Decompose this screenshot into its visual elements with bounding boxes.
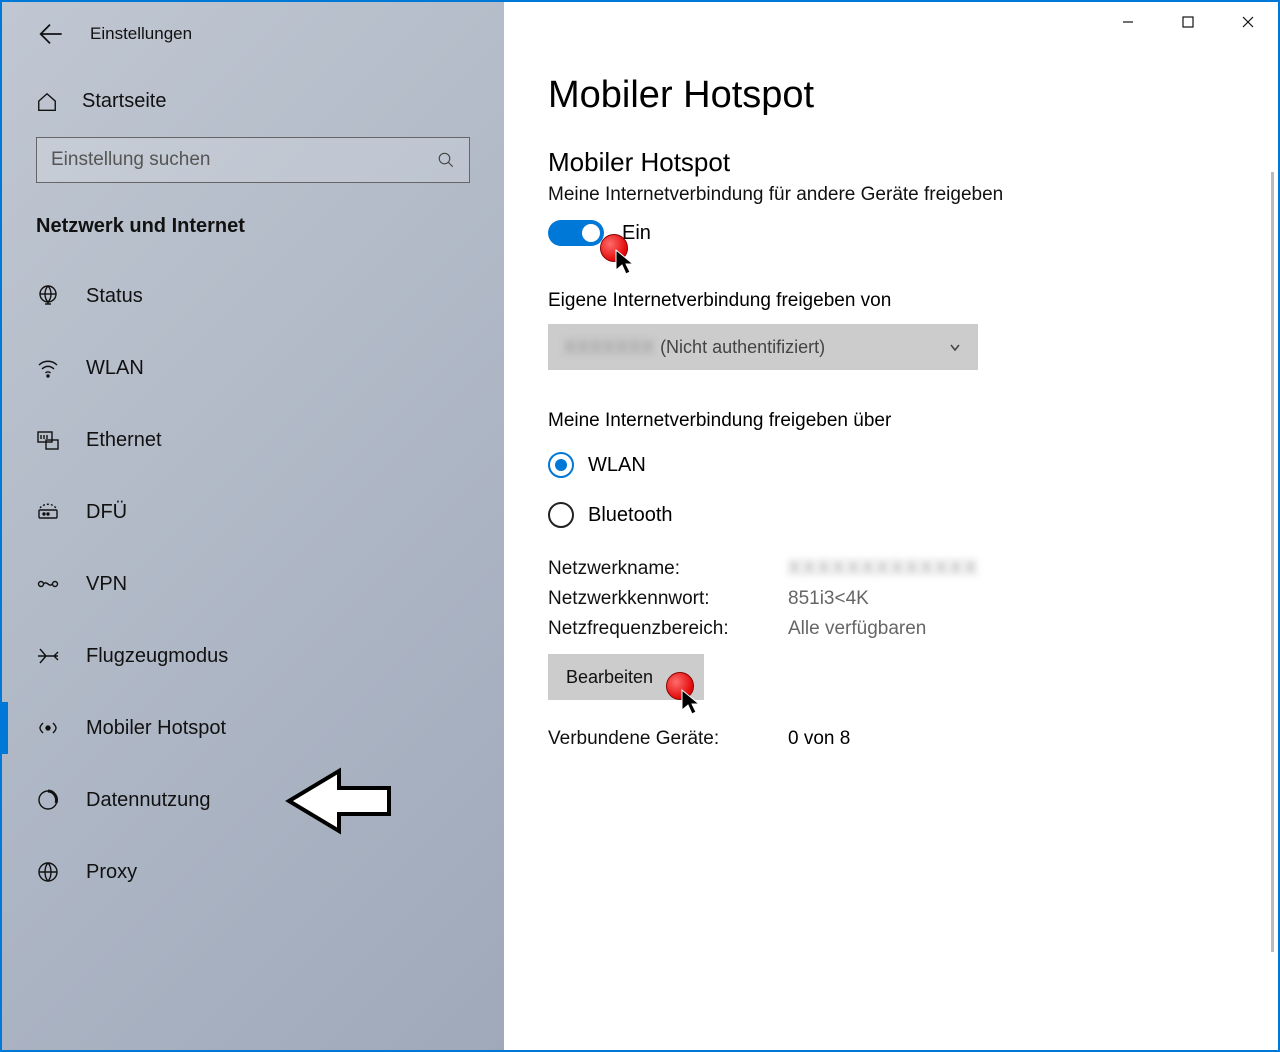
hotspot-toggle[interactable] [548, 220, 604, 246]
share-via-label: Meine Internetverbindung freigeben über [548, 410, 1234, 432]
hotspot-icon [36, 716, 60, 740]
network-band-key: Netzfrequenzbereich: [548, 618, 788, 640]
dropdown-value: (Nicht authentifiziert) [660, 337, 825, 357]
minimize-button[interactable] [1098, 2, 1158, 42]
sidebar-item-label: Proxy [86, 861, 137, 884]
radio-option-bluetooth[interactable]: Bluetooth [548, 502, 1234, 528]
sidebar-header: Einstellungen [2, 2, 504, 66]
sidebar-item-proxy[interactable]: Proxy [2, 836, 504, 908]
sidebar-item-label: DFÜ [86, 501, 127, 524]
radio-button[interactable] [548, 452, 574, 478]
window-controls [1098, 2, 1278, 42]
sidebar-item-ethernet[interactable]: Ethernet [2, 404, 504, 476]
page-title: Mobiler Hotspot [548, 74, 1234, 117]
network-name-value: XXXXXXXXXXXXX [788, 558, 979, 580]
maximize-icon [1181, 15, 1195, 29]
share-from-label: Eigene Internetverbindung freigeben von [548, 290, 1234, 312]
sidebar-item-label: Status [86, 285, 143, 308]
search-icon [437, 151, 455, 169]
sidebar-item-status[interactable]: Status [2, 260, 504, 332]
vpn-icon [36, 572, 60, 596]
wifi-icon [36, 356, 60, 380]
sidebar-item-label: Ethernet [86, 429, 162, 452]
sidebar-item-label: Datennutzung [86, 789, 211, 812]
search-box[interactable] [36, 137, 470, 183]
datausage-icon [36, 788, 60, 812]
sidebar-item-label: VPN [86, 573, 127, 596]
maximize-button[interactable] [1158, 2, 1218, 42]
sidebar-item-label: Flugzeugmodus [86, 645, 228, 668]
radio-button[interactable] [548, 502, 574, 528]
edit-button[interactable]: Bearbeiten [548, 654, 704, 700]
connected-devices-key: Verbundene Geräte: [548, 728, 788, 750]
sidebar-item-label: WLAN [86, 357, 144, 380]
sidebar-item-wlan[interactable]: WLAN [2, 332, 504, 404]
settings-window: Einstellungen Startseite Netzwerk und In… [0, 0, 1280, 1052]
chevron-down-icon [948, 340, 962, 354]
toggle-knob [582, 224, 600, 242]
network-password-value: 851i3<4K [788, 588, 869, 610]
dialup-icon [36, 500, 60, 524]
network-name-key: Netzwerkname: [548, 558, 788, 580]
sidebar-item-vpn[interactable]: VPN [2, 548, 504, 620]
scrollbar[interactable] [1271, 172, 1274, 952]
hotspot-description: Meine Internetverbindung für andere Gerä… [548, 184, 1234, 206]
proxy-icon [36, 860, 60, 884]
network-password-key: Netzwerkkennwort: [548, 588, 788, 610]
hotspot-toggle-row: Ein [548, 220, 1234, 246]
sidebar-item-datausage[interactable]: Datennutzung [2, 764, 504, 836]
connected-devices-value: 0 von 8 [788, 728, 850, 750]
cursor-icon [614, 248, 636, 276]
sidebar-item-label: Mobiler Hotspot [86, 717, 226, 740]
minimize-icon [1121, 15, 1135, 29]
sidebar-home[interactable]: Startseite [2, 66, 504, 137]
close-button[interactable] [1218, 2, 1278, 42]
main-content: Mobiler Hotspot Mobiler Hotspot Meine In… [504, 2, 1278, 1050]
globe-status-icon [36, 284, 60, 308]
radio-label: WLAN [588, 454, 646, 477]
radio-option-wlan[interactable]: WLAN [548, 452, 1234, 478]
sidebar: Einstellungen Startseite Netzwerk und In… [2, 2, 504, 1050]
connected-devices-row: Verbundene Geräte: 0 von 8 [548, 728, 1234, 750]
home-label: Startseite [82, 90, 166, 113]
back-icon[interactable] [36, 20, 64, 48]
network-band-value: Alle verfügbaren [788, 618, 926, 640]
app-title: Einstellungen [90, 24, 192, 44]
toggle-state-label: Ein [622, 222, 651, 245]
home-icon [36, 91, 58, 113]
sidebar-item-hotspot[interactable]: Mobiler Hotspot [2, 692, 504, 764]
search-input[interactable] [51, 149, 437, 171]
close-icon [1241, 15, 1255, 29]
ethernet-icon [36, 428, 60, 452]
share-from-dropdown[interactable]: XXXXXXX (Nicht authentifiziert) [548, 324, 978, 370]
sidebar-item-dfu[interactable]: DFÜ [2, 476, 504, 548]
section-heading: Netzwerk und Internet [2, 211, 504, 260]
airplane-icon [36, 644, 60, 668]
dropdown-blurred-text: XXXXXXX [564, 337, 655, 357]
radio-label: Bluetooth [588, 504, 673, 527]
hotspot-subheader: Mobiler Hotspot [548, 147, 1234, 178]
network-info: Netzwerkname: XXXXXXXXXXXXX Netzwerkkenn… [548, 558, 1234, 640]
sidebar-item-airplane[interactable]: Flugzeugmodus [2, 620, 504, 692]
